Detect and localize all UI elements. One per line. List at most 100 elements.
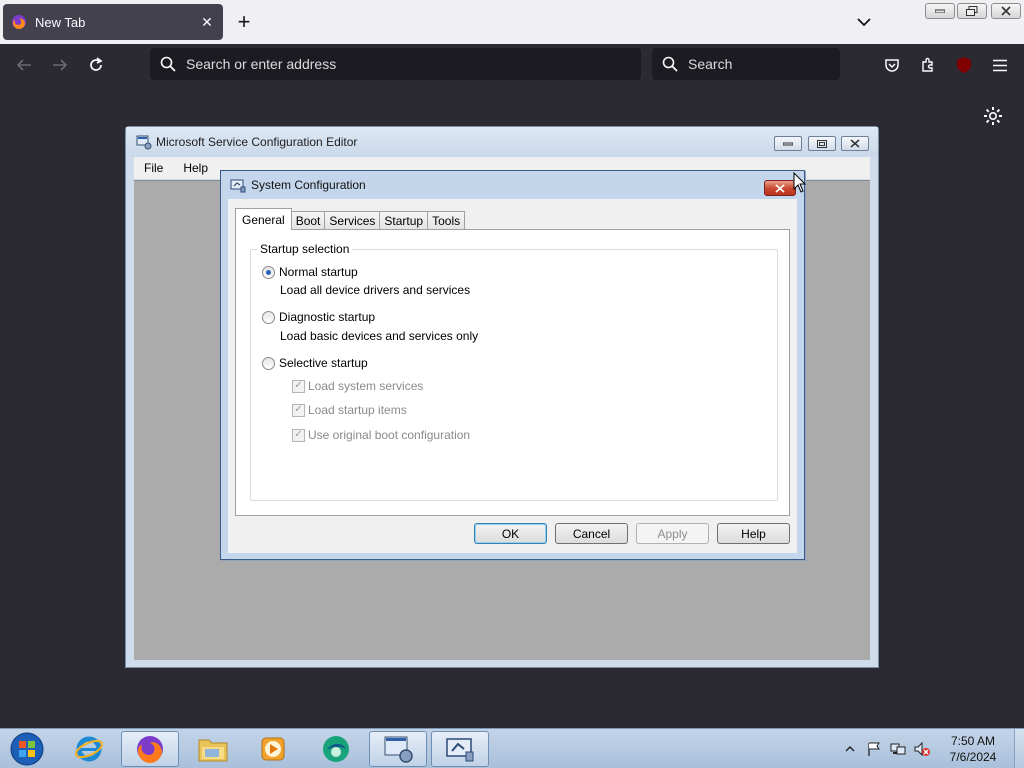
close-icon [1001, 6, 1011, 16]
group-label: Startup selection [257, 242, 353, 256]
taskbar-internet-explorer[interactable] [60, 731, 118, 767]
general-tab-panel: Startup selection Normal startup Load al… [235, 229, 790, 516]
show-desktop-button[interactable] [1014, 729, 1024, 768]
firefox-icon [137, 736, 163, 763]
minimize-icon [935, 9, 945, 13]
extensions-button[interactable] [915, 52, 941, 78]
list-all-tabs-button[interactable] [852, 12, 876, 32]
close-icon [775, 183, 785, 193]
taskbar-file-explorer[interactable] [184, 731, 242, 767]
browser-tab-new-tab[interactable]: New Tab ✕ [3, 4, 223, 40]
option-label: Normal startup [279, 265, 358, 279]
tab-general[interactable]: General [235, 208, 292, 230]
menu-file[interactable]: File [134, 161, 173, 175]
close-tab-icon[interactable]: ✕ [197, 12, 217, 32]
tab-title: New Tab [35, 14, 86, 30]
search-placeholder: Search [688, 56, 733, 72]
minimize-button[interactable] [925, 3, 955, 19]
dialog-body: General Boot Services Startup Tools Star… [228, 199, 797, 553]
ublock-origin-button[interactable] [951, 52, 977, 78]
taskbar-media-player[interactable] [244, 731, 302, 767]
address-placeholder: Search or enter address [186, 56, 337, 72]
clock-date: 7/6/2024 [949, 750, 997, 764]
tab-services[interactable]: Services [324, 211, 381, 230]
service-config-app-icon [384, 736, 413, 763]
reload-button[interactable] [83, 52, 109, 78]
search-bar[interactable]: Search [652, 48, 840, 80]
restore-icon [817, 139, 827, 148]
checkbox-checked-icon: ✓ [292, 379, 305, 393]
app-menu-button[interactable] [987, 52, 1013, 78]
taskbar-service-config-editor[interactable] [369, 731, 427, 767]
startup-selection-group: Startup selection Normal startup Load al… [250, 242, 778, 501]
minimize-icon [783, 142, 793, 145]
firefox-icon [12, 15, 26, 29]
option-label: Diagnostic startup [279, 310, 376, 324]
taskbar-firefox[interactable] [121, 731, 179, 767]
forward-button[interactable] [47, 52, 73, 78]
arrow-right-icon [53, 59, 68, 71]
back-button[interactable] [11, 52, 37, 78]
show-hidden-icons-icon[interactable] [844, 741, 856, 757]
editor-minimize-button[interactable] [774, 136, 802, 151]
arrow-left-icon [16, 59, 31, 71]
checkbox-checked-icon: ✓ [292, 428, 305, 442]
browser-tab-bar: New Tab ✕ + [0, 0, 1024, 44]
new-tab-button[interactable]: + [232, 9, 256, 34]
folder-icon [198, 739, 228, 762]
internet-explorer-icon [75, 736, 103, 762]
taskbar-app-green[interactable] [307, 731, 365, 767]
help-button[interactable]: Help [717, 523, 790, 544]
dialog-title: System Configuration [251, 178, 366, 192]
gear-icon[interactable] [982, 105, 1004, 127]
tab-startup[interactable]: Startup [379, 211, 429, 230]
selective-startup-radio[interactable]: Selective startup [262, 356, 368, 370]
pocket-icon [885, 58, 899, 72]
checkbox-label: Load startup items [308, 403, 407, 417]
dialog-title-bar[interactable]: System Configuration [221, 171, 804, 199]
tab-tools[interactable]: Tools [427, 211, 466, 230]
puzzle-icon [922, 57, 933, 72]
ublock-shield-icon [957, 57, 971, 73]
browser-navigation-bar: Search or enter address Search [0, 44, 1024, 85]
msconfig-icon [446, 738, 474, 762]
reload-icon [90, 57, 103, 71]
tab-boot[interactable]: Boot [290, 211, 326, 230]
radio-selected-icon[interactable] [262, 265, 275, 279]
dialog-tab-strip: General Boot Services Startup Tools [235, 208, 466, 230]
address-bar[interactable]: Search or enter address [150, 48, 641, 80]
radio-icon[interactable] [262, 356, 275, 370]
taskbar-system-configuration[interactable] [431, 731, 489, 767]
checkbox-label: Load system services [308, 379, 424, 393]
option-description: Load basic devices and services only [280, 329, 479, 343]
menu-help[interactable]: Help [173, 161, 218, 175]
restore-button[interactable] [957, 3, 987, 19]
start-button[interactable] [6, 731, 48, 767]
apply-button[interactable]: Apply [636, 523, 709, 544]
close-window-button[interactable] [991, 3, 1021, 19]
hamburger-menu-icon [993, 59, 1007, 71]
close-icon [850, 139, 860, 148]
cancel-button[interactable]: Cancel [555, 523, 628, 544]
checkbox-label: Use original boot configuration [308, 428, 471, 442]
mouse-pointer-icon [793, 172, 807, 193]
chevron-down-icon [857, 17, 871, 26]
use-original-boot-config-checkbox: ✓ Use original boot configuration [292, 428, 470, 442]
radio-icon[interactable] [262, 310, 275, 324]
volume-muted-icon[interactable] [914, 741, 930, 757]
network-icon[interactable] [890, 741, 906, 757]
dialog-close-button[interactable] [764, 180, 796, 196]
load-system-services-checkbox: ✓ Load system services [292, 379, 423, 393]
ok-button[interactable]: OK [474, 523, 547, 544]
action-center-flag-icon[interactable] [866, 741, 882, 757]
system-clock[interactable]: 7:50 AM 7/6/2024 [940, 733, 1006, 765]
editor-restore-button[interactable] [808, 136, 836, 151]
editor-close-button[interactable] [841, 136, 869, 151]
diagnostic-startup-radio[interactable]: Diagnostic startup [262, 310, 375, 324]
pocket-button[interactable] [879, 52, 905, 78]
editor-title-bar[interactable]: Microsoft Service Configuration Editor [126, 127, 878, 157]
load-startup-items-checkbox: ✓ Load startup items [292, 403, 407, 417]
normal-startup-radio[interactable]: Normal startup [262, 265, 358, 279]
search-icon [160, 56, 176, 72]
checkbox-checked-icon: ✓ [292, 403, 305, 417]
